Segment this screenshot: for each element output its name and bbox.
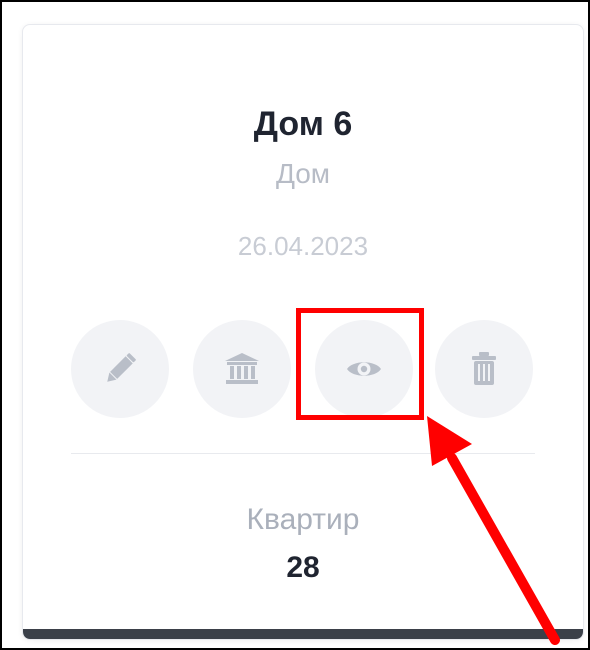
trash-icon (464, 349, 504, 389)
screenshot-frame: Дом 6 Дом 26.04.2023 Квартир 28 (0, 0, 590, 650)
bank-button[interactable] (193, 320, 291, 418)
view-button[interactable] (315, 320, 413, 418)
apartments-label: Квартир (246, 503, 360, 536)
eye-icon (344, 349, 384, 389)
card-bottom-bar (23, 629, 583, 639)
card-actions (71, 320, 533, 420)
edit-button[interactable] (71, 320, 169, 418)
pencil-icon (100, 349, 140, 389)
apartments-count: 28 (286, 551, 320, 584)
divider (71, 453, 535, 454)
delete-button[interactable] (435, 320, 533, 418)
house-title: Дом 6 (253, 105, 353, 143)
house-date: 26.04.2023 (237, 231, 369, 261)
bank-icon (222, 349, 262, 389)
house-type: Дом (275, 158, 331, 189)
house-card: Дом 6 Дом 26.04.2023 Квартир 28 (22, 24, 584, 640)
